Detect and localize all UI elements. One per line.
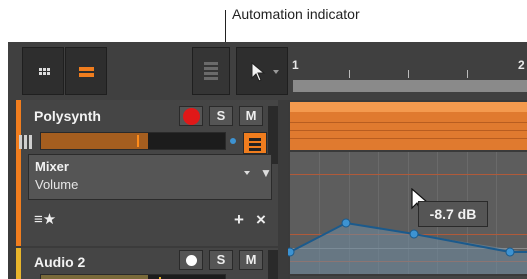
pointer-tool-button[interactable] — [236, 47, 288, 95]
automation-lane-toggle-button[interactable] — [243, 132, 267, 154]
pin-icon[interactable]: ▼ — [260, 166, 272, 180]
automation-shapes-icon[interactable]: ≡★ — [34, 212, 56, 228]
track-volume-meter[interactable] — [19, 132, 226, 150]
track-name: Polysynth — [34, 108, 101, 124]
ruler-tick — [467, 70, 468, 78]
chevron-down-icon — [244, 171, 250, 175]
ruler-bar-1: 1 — [292, 58, 299, 72]
track-header-audio-2[interactable]: Audio 2 S M — [16, 248, 278, 279]
arranger-timeline[interactable] — [288, 100, 527, 279]
mute-button[interactable]: M — [239, 250, 263, 270]
automation-value-tooltip: -8.7 dB — [418, 201, 488, 227]
mute-button[interactable]: M — [239, 106, 263, 126]
automation-parameter-selector[interactable]: Mixer Volume ▼ — [28, 154, 272, 200]
solo-button[interactable]: S — [209, 250, 233, 270]
arranger-view-button[interactable] — [65, 47, 107, 95]
volume-marker — [137, 135, 139, 147]
automation-lane-controls: ≡★ + × — [28, 211, 272, 232]
track-header-polysynth[interactable]: Polysynth S M Mixer Volume ▼ ≡★ + × — [16, 100, 278, 246]
automation-device-name: Mixer — [35, 159, 69, 174]
record-icon — [186, 255, 197, 266]
automation-point[interactable] — [505, 247, 515, 257]
automation-point[interactable] — [341, 218, 351, 228]
volume-fill — [41, 133, 148, 149]
track-name: Audio 2 — [34, 254, 86, 270]
clip-launcher-view-button[interactable] — [22, 47, 64, 95]
track-color-stripe — [16, 100, 21, 246]
automation-indicator-dot — [230, 138, 236, 144]
automation-point[interactable] — [409, 229, 419, 239]
automation-indicator-callout: Automation indicator — [232, 6, 360, 22]
loop-region-bar[interactable] — [293, 80, 527, 92]
toolbar: 1 2 — [8, 42, 527, 100]
ruler-tick — [349, 70, 350, 78]
pointer-cursor-icon — [251, 62, 266, 82]
timeline-ruler[interactable]: 1 2 — [291, 58, 527, 96]
ruler-tick — [408, 70, 409, 78]
close-automation-lane-button[interactable]: × — [256, 211, 266, 228]
automation-point[interactable] — [288, 247, 295, 257]
add-automation-lane-button[interactable]: + — [234, 211, 244, 228]
chevron-down-icon — [273, 70, 279, 74]
instrument-piano-icon — [19, 135, 35, 149]
automation-curve[interactable] — [288, 100, 527, 279]
automation-parameter-name: Volume — [35, 177, 79, 192]
automation-view-button[interactable] — [192, 47, 230, 95]
record-arm-button[interactable] — [179, 250, 203, 270]
track-color-stripe — [16, 248, 21, 279]
ruler-bar-2: 2 — [518, 58, 525, 72]
volume-fill — [41, 275, 148, 279]
track-output-meter — [268, 250, 278, 279]
record-icon — [186, 111, 197, 122]
record-arm-button[interactable] — [179, 106, 203, 126]
track-volume-meter[interactable] — [40, 274, 226, 279]
arranger-lanes-icon — [79, 67, 94, 77]
bitwig-arranger: 1 2 Polysynth S M Mixer Volume ▼ ≡★ + × … — [8, 42, 527, 279]
solo-button[interactable]: S — [209, 106, 233, 126]
